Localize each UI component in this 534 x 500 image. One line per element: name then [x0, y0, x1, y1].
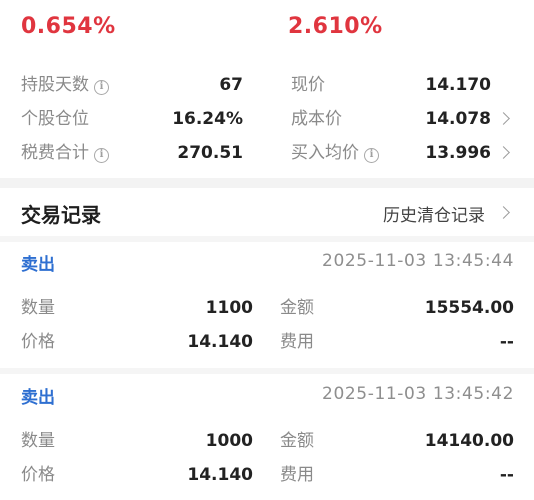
section-title: 交易记录	[21, 203, 101, 227]
record-fee: 费用 --	[280, 463, 514, 487]
fee-label: 费用	[280, 332, 314, 352]
qty-label: 数量	[21, 298, 55, 318]
amount-value: 15554.00	[424, 298, 514, 318]
record-price: 价格 14.140	[21, 330, 253, 354]
fees-value: 270.51	[177, 143, 243, 163]
record-qty: 数量 1100	[21, 296, 253, 320]
avg-buy-label: 买入均价	[291, 143, 359, 163]
qty-value: 1000	[205, 431, 253, 451]
record-price: 价格 14.140	[21, 463, 253, 487]
yield-left: 0.654%	[21, 14, 116, 39]
section-divider	[0, 178, 534, 188]
record-qty: 数量 1000	[21, 429, 253, 453]
hold-days-value: 67	[219, 75, 243, 95]
current-price-value: 14.170	[425, 75, 491, 95]
price-label: 价格	[21, 465, 55, 485]
record-type: 卖出	[21, 255, 55, 275]
chevron-right-icon[interactable]	[497, 112, 510, 125]
record-divider	[0, 236, 534, 242]
qty-value: 1100	[205, 298, 253, 318]
cost-price-value: 14.078	[425, 109, 491, 129]
price-value: 14.140	[187, 332, 253, 352]
info-icon[interactable]: i	[94, 80, 109, 95]
price-value: 14.140	[187, 465, 253, 485]
record-amount: 金额 14140.00	[280, 429, 514, 453]
summary-percentages: 0.654% 2.610%	[0, 14, 534, 44]
fees-label: 税费合计	[21, 143, 89, 163]
stat-hold-days: 持股天数 i 67	[21, 73, 243, 97]
yield-right: 2.610%	[288, 14, 383, 39]
amount-label: 金额	[280, 298, 314, 318]
amount-label: 金额	[280, 431, 314, 451]
avg-buy-value: 13.996	[425, 143, 491, 163]
fee-label: 费用	[280, 465, 314, 485]
cost-price-label: 成本价	[291, 109, 342, 129]
history-link[interactable]: 历史清仓记录	[383, 201, 485, 226]
chevron-right-icon[interactable]	[497, 146, 510, 159]
current-price-label: 现价	[291, 75, 325, 95]
info-icon[interactable]: i	[364, 148, 379, 163]
hold-days-label: 持股天数	[21, 75, 89, 95]
position-label: 个股仓位	[21, 109, 89, 129]
stat-fees: 税费合计 i 270.51	[21, 141, 243, 165]
record-time: 2025-11-03 13:45:42	[322, 384, 514, 404]
record-amount: 金额 15554.00	[280, 296, 514, 320]
chevron-right-icon[interactable]	[497, 206, 510, 219]
stat-current-price: 现价 14.170	[291, 73, 491, 97]
record-divider	[0, 368, 534, 374]
stat-avg-buy-price[interactable]: 买入均价 i 13.996	[291, 141, 491, 165]
position-value: 16.24%	[172, 109, 243, 129]
info-icon[interactable]: i	[94, 148, 109, 163]
price-label: 价格	[21, 332, 55, 352]
fee-value: --	[499, 465, 514, 485]
record-fee: 费用 --	[280, 330, 514, 354]
amount-value: 14140.00	[424, 431, 514, 451]
fee-value: --	[499, 332, 514, 352]
qty-label: 数量	[21, 431, 55, 451]
stat-position: 个股仓位 16.24%	[21, 107, 243, 131]
stat-cost-price[interactable]: 成本价 14.078	[291, 107, 491, 131]
record-time: 2025-11-03 13:45:44	[322, 251, 514, 271]
record-type: 卖出	[21, 388, 55, 408]
